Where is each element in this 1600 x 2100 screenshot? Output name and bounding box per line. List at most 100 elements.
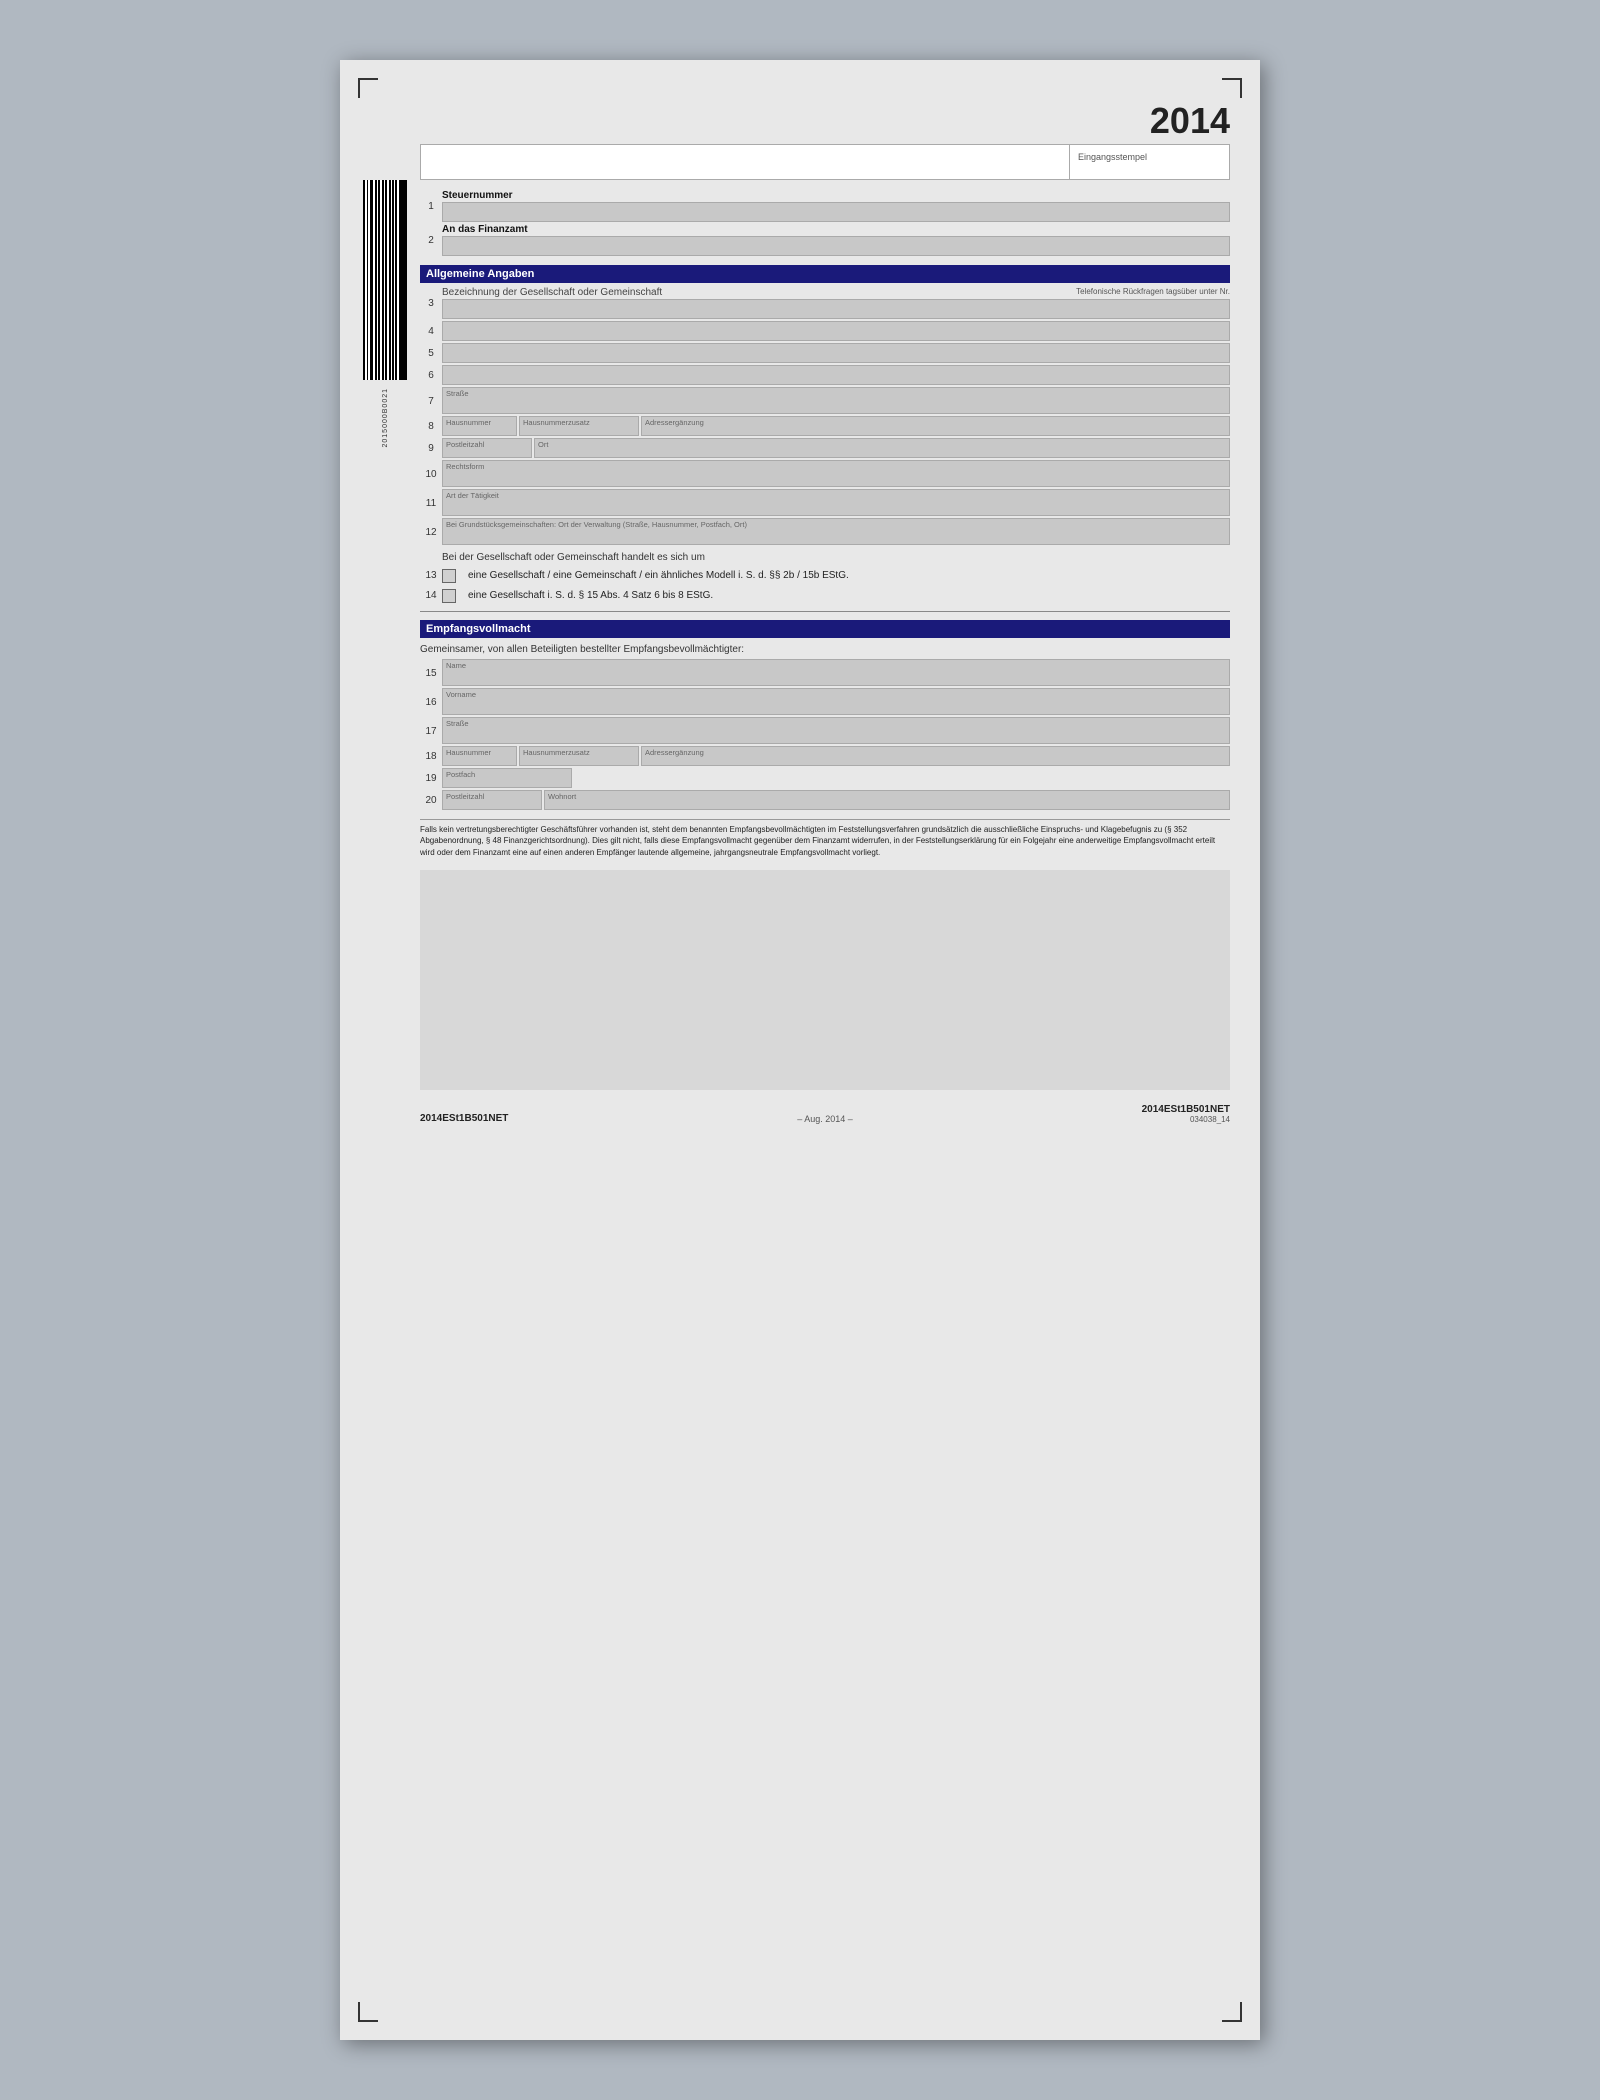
row18-fields: Hausnummer Hausnummerzusatz Adressergänz…: [442, 746, 1230, 766]
row-8: 8 Hausnummer Hausnummerzusatz Adressergä…: [420, 416, 1230, 437]
wohnort-label: Wohnort: [548, 792, 576, 801]
steuernummer-label: Steuernummer: [442, 190, 1230, 201]
hausnummer2-field[interactable]: Hausnummer: [442, 746, 517, 766]
row-12: 12 Bei Grundstücksgemeinschaften: Ort de…: [420, 518, 1230, 546]
checkbox-13[interactable]: [442, 569, 456, 583]
row-number-16: 16: [420, 697, 442, 708]
hausnummerzusatz2-field[interactable]: Hausnummerzusatz: [519, 746, 639, 766]
bezeichnung-field[interactable]: [442, 299, 1230, 319]
row-number-19: 19: [420, 773, 442, 784]
empty-space-area: [420, 870, 1230, 1090]
postleitzahl-field[interactable]: Postleitzahl: [442, 438, 532, 458]
year-label: 2014: [1150, 100, 1230, 142]
row-14: 14 eine Gesellschaft i. S. d. § 15 Abs. …: [420, 586, 1230, 605]
row19-fields: Postfach: [442, 768, 1230, 788]
row-4: 4: [420, 321, 1230, 342]
row-3: 3 Bezeichnung der Gesellschaft oder Geme…: [420, 287, 1230, 320]
title-main: [421, 145, 1069, 179]
row-number-15: 15: [420, 668, 442, 679]
strasse-field[interactable]: Straße: [442, 387, 1230, 414]
row5-field[interactable]: [442, 343, 1230, 363]
row-16: 16 Vorname: [420, 688, 1230, 716]
separator-1: [420, 611, 1230, 612]
row-number-20: 20: [420, 795, 442, 806]
row-number-13: 13: [420, 570, 442, 581]
grundstueck-label: Bei Grundstücksgemeinschaften: Ort der V…: [446, 520, 1226, 529]
corner-bracket-tl: [358, 78, 378, 98]
hausnummerzusatz-label: Hausnummerzusatz: [523, 418, 590, 427]
row-number-4: 4: [420, 326, 442, 337]
corner-bracket-br: [1222, 2002, 1242, 2022]
rechtsform-field[interactable]: Rechtsform: [442, 460, 1230, 487]
section-empfangsvollmacht: Empfangsvollmacht: [420, 620, 1230, 638]
row-9: 9 Postleitzahl Ort: [420, 438, 1230, 459]
finanzamt-field[interactable]: [442, 236, 1230, 256]
row20-fields: Postleitzahl Wohnort: [442, 790, 1230, 810]
postleitzahl-label: Postleitzahl: [446, 440, 484, 449]
row8-fields: Hausnummer Hausnummerzusatz Adressergänz…: [442, 416, 1230, 436]
footer: 2014ESt1B501NET – Aug. 2014 – 2014ESt1B5…: [420, 1100, 1230, 1128]
tax-form-document: 2015000B0021 2014 Eingangsstempel: [340, 60, 1260, 2040]
art-taetigkeit-label: Art der Tätigkeit: [446, 491, 1226, 500]
form-title: [431, 153, 1059, 171]
row-13: 13 eine Gesellschaft / eine Gemeinschaft…: [420, 566, 1230, 585]
row-2: 2 An das Finanzamt: [420, 224, 1230, 257]
row-number-5: 5: [420, 348, 442, 359]
row4-field[interactable]: [442, 321, 1230, 341]
section-allgemeine-angaben: Allgemeine Angaben: [420, 265, 1230, 283]
eingangsstempel-label: Eingangsstempel: [1078, 152, 1147, 162]
grundstueck-field[interactable]: Bei Grundstücksgemeinschaften: Ort der V…: [442, 518, 1230, 545]
ort-field[interactable]: Ort: [534, 438, 1230, 458]
strasse2-label: Straße: [446, 719, 1226, 728]
row-number-17: 17: [420, 726, 442, 737]
vorname-field[interactable]: Vorname: [442, 688, 1230, 715]
empfang-intro: Gemeinsamer, von allen Beteiligten beste…: [420, 642, 1230, 659]
postfach-field[interactable]: Postfach: [442, 768, 572, 788]
row-number-12: 12: [420, 527, 442, 538]
row-20: 20 Postleitzahl Wohnort: [420, 790, 1230, 811]
barcode-text: 2015000B0021: [382, 388, 389, 448]
adressergaenzung2-label: Adressergänzung: [645, 748, 704, 757]
telefonische-label: Telefonische Rückfragen tagsüber unter N…: [1076, 287, 1230, 298]
footer-date: – Aug. 2014 –: [797, 1114, 853, 1124]
checkbox-14[interactable]: [442, 589, 456, 603]
row-11: 11 Art der Tätigkeit: [420, 489, 1230, 517]
postleitzahl2-field[interactable]: Postleitzahl: [442, 790, 542, 810]
checkbox-14-text: eine Gesellschaft i. S. d. § 15 Abs. 4 S…: [468, 589, 713, 602]
row-number-1: 1: [420, 201, 442, 212]
footer-form-id-right: 2014ESt1B501NET: [1142, 1104, 1230, 1115]
vorname-label: Vorname: [446, 690, 1226, 699]
row-19: 19 Postfach: [420, 768, 1230, 789]
row-7: 7 Straße: [420, 387, 1230, 415]
adressergaenzung2-field[interactable]: Adressergänzung: [641, 746, 1230, 766]
ort-label: Ort: [538, 440, 548, 449]
row6-field[interactable]: [442, 365, 1230, 385]
steuernummer-field[interactable]: [442, 202, 1230, 222]
row-number-14: 14: [420, 590, 442, 601]
row9-fields: Postleitzahl Ort: [442, 438, 1230, 458]
row-number-3: 3: [420, 298, 442, 309]
checkbox-13-text: eine Gesellschaft / eine Gemeinschaft / …: [468, 569, 849, 582]
row-number-9: 9: [420, 443, 442, 454]
hausnummer-field[interactable]: Hausnummer: [442, 416, 517, 436]
rechtsform-label: Rechtsform: [446, 462, 1226, 471]
row-number-10: 10: [420, 469, 442, 480]
wohnort-field[interactable]: Wohnort: [544, 790, 1230, 810]
name-label: Name: [446, 661, 1226, 670]
postfach-label: Postfach: [446, 770, 475, 779]
art-taetigkeit-field[interactable]: Art der Tätigkeit: [442, 489, 1230, 516]
title-block: Eingangsstempel: [420, 144, 1230, 180]
strasse2-field[interactable]: Straße: [442, 717, 1230, 744]
footer-form-id2: 034038_14: [1142, 1115, 1230, 1124]
row-number-11: 11: [420, 498, 442, 509]
name-field[interactable]: Name: [442, 659, 1230, 686]
adressergaenzung-field[interactable]: Adressergänzung: [641, 416, 1230, 436]
row-number-8: 8: [420, 421, 442, 432]
barcode-area: 2015000B0021: [360, 180, 410, 448]
hausnummer2-label: Hausnummer: [446, 748, 491, 757]
eingangsstempel-box: Eingangsstempel: [1069, 145, 1229, 179]
finanzamt-label: An das Finanzamt: [442, 224, 1230, 235]
gesellschaft-intro: Bei der Gesellschaft oder Gemeinschaft h…: [420, 547, 1230, 566]
hausnummerzusatz-field[interactable]: Hausnummerzusatz: [519, 416, 639, 436]
row-15: 15 Name: [420, 659, 1230, 687]
